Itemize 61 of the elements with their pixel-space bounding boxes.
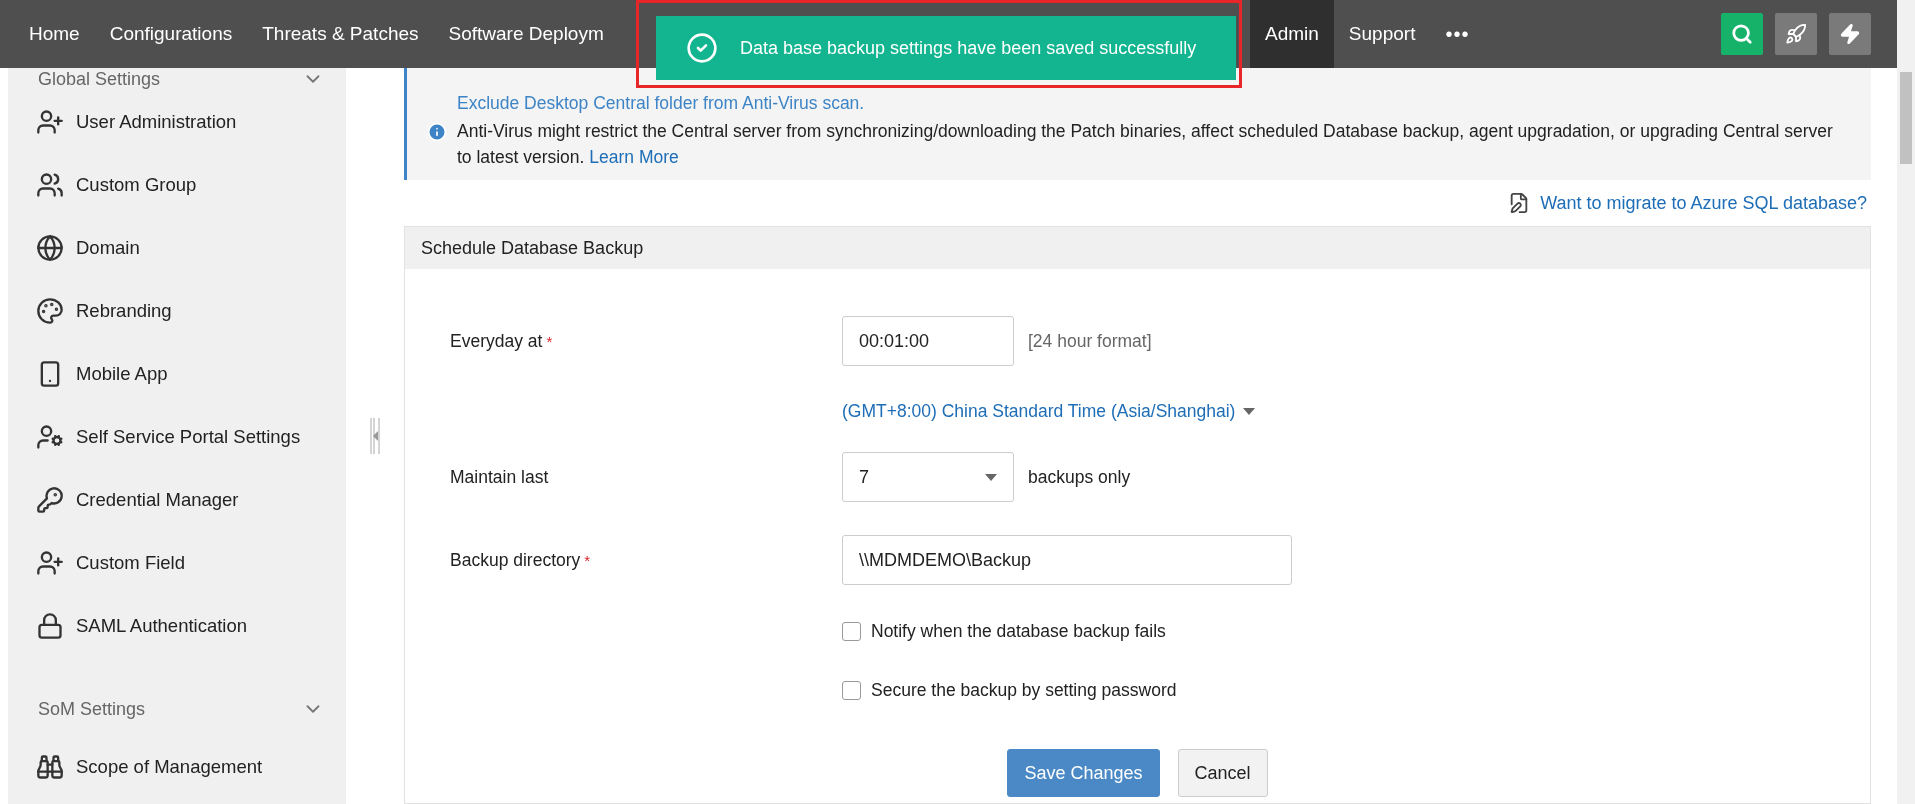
nav-tab[interactable]: Admin — [1250, 0, 1334, 68]
nav-tab[interactable]: Home — [14, 0, 95, 68]
sidebar-item[interactable]: Custom Group — [8, 153, 346, 216]
user-gear-icon — [36, 422, 64, 451]
field-label: Maintain last — [450, 466, 549, 488]
lock-icon — [36, 611, 64, 640]
sidebar-item[interactable]: Rebranding — [8, 279, 346, 342]
caret-icon — [985, 473, 997, 481]
globe-icon — [36, 233, 64, 262]
checkbox[interactable] — [842, 680, 861, 700]
sidebar-item[interactable]: Scope of Management — [8, 735, 346, 798]
user-plus-icon — [36, 107, 64, 136]
user-plus-icon — [36, 548, 64, 577]
sidebar-item[interactable]: Credential Manager — [8, 468, 346, 531]
section-title: Global Settings — [38, 68, 161, 90]
migrate-link[interactable]: Want to migrate to Azure SQL database? — [1540, 192, 1867, 214]
more-menu-button[interactable]: ••• — [1430, 0, 1485, 68]
sidebar-item[interactable]: SAML Authentication — [8, 594, 346, 657]
scrollbar[interactable] — [1897, 0, 1915, 804]
sidebar-item[interactable]: Domain — [8, 216, 346, 279]
check-circle-icon — [686, 32, 718, 64]
directory-input[interactable]: \\MDMDEMO\Backup — [842, 535, 1292, 585]
banner-title: Exclude Desktop Central folder from Anti-Virus scan. — [457, 92, 866, 115]
cancel-button[interactable]: Cancel — [1177, 749, 1268, 797]
sidebar-item[interactable]: User Administration — [8, 90, 346, 153]
nav-tab[interactable]: Threats & Patches — [247, 0, 434, 68]
checkbox-option[interactable]: Secure the backup by setting password — [842, 679, 1177, 701]
timezone-dropdown[interactable]: (GMT+8:00) China Standard Time (Asia/Shanghai) — [842, 400, 1256, 422]
backups-count-select[interactable]: 7 — [842, 452, 1014, 502]
info-icon — [427, 122, 447, 142]
field-label: Backup directory * — [450, 549, 591, 571]
binoculars-icon — [36, 752, 64, 781]
sidebar-item[interactable]: Mobile App — [8, 342, 346, 405]
toast-message: Data base backup settings have been saved successfully — [740, 37, 1197, 59]
search-icon — [1731, 23, 1753, 45]
nav-tab[interactable]: Support — [1333, 0, 1431, 68]
key-icon — [36, 485, 64, 514]
learn-more-link[interactable]: Learn More — [589, 147, 679, 167]
palette-icon — [36, 296, 64, 325]
checkbox-option[interactable]: Notify when the database backup fails — [842, 620, 1166, 642]
field-label: Everyday at * — [450, 330, 553, 352]
rocket-icon — [1785, 23, 1807, 45]
time-input[interactable]: 00:01:00 — [842, 316, 1014, 366]
sidebar-item[interactable]: Custom Field — [8, 531, 346, 594]
lightning-button[interactable] — [1829, 13, 1871, 55]
checkbox[interactable] — [842, 621, 861, 641]
save-button[interactable]: Save Changes — [1007, 749, 1160, 797]
panel-title: Schedule Database Backup — [421, 237, 644, 259]
caret-icon — [1243, 407, 1256, 415]
field-suffix: backups only — [1028, 466, 1131, 488]
format-hint: [24 hour format] — [1028, 330, 1152, 352]
rocket-button[interactable] — [1775, 13, 1817, 55]
splitter-handle-icon[interactable] — [370, 418, 380, 454]
lightning-icon — [1839, 23, 1861, 45]
nav-tab[interactable]: Configurations — [94, 0, 248, 68]
nav-tab[interactable]: Software Deploym — [433, 0, 619, 68]
users-icon — [36, 170, 64, 199]
section-title: SoM Settings — [38, 698, 146, 720]
search-button[interactable] — [1721, 13, 1763, 55]
banner-text: Anti-Virus might restrict the Central server from synchronizing/downloading the Patch binaries, affect scheduled Database backup, agent upgradation, or upgrading Central server to latest version. Learn More — [457, 120, 1834, 169]
sidebar-item[interactable]: Self Service Portal Settings — [8, 405, 346, 468]
